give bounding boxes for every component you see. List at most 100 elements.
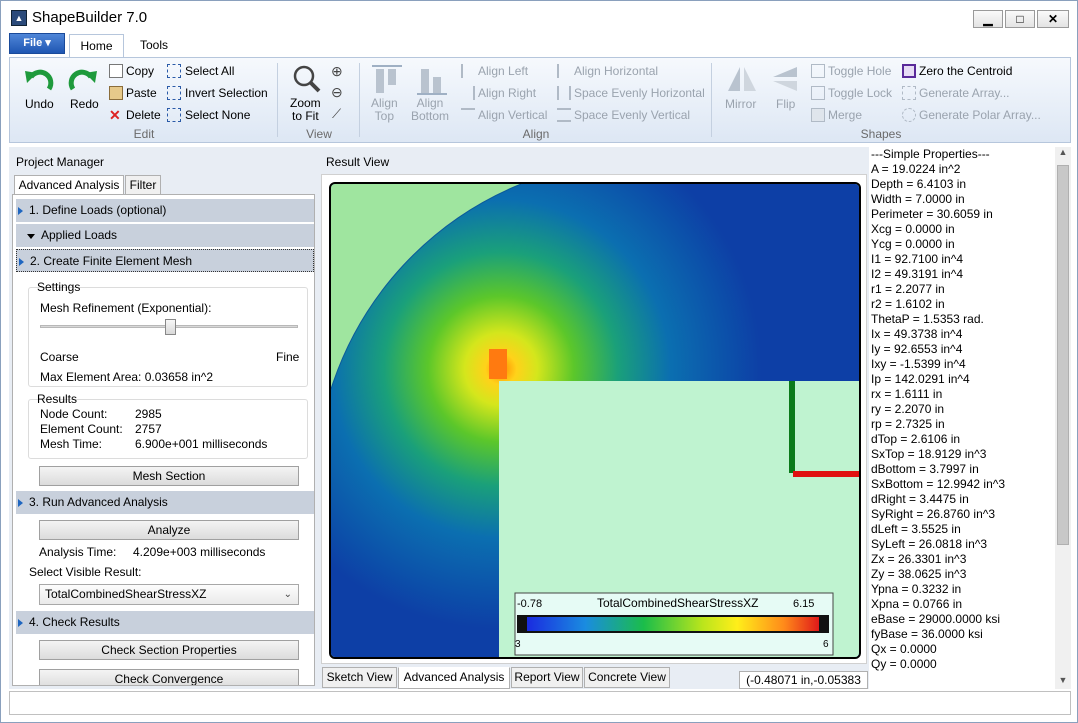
expand-icon [18,207,23,215]
undo-icon[interactable] [23,67,55,93]
mesh-time-value: 6.900e+001 milliseconds [135,437,268,451]
align-left-button[interactable]: Align Left [478,64,528,78]
align-right-button[interactable]: Align Right [478,86,536,100]
ribbon-separator [711,63,712,137]
properties-scrollbar[interactable]: ▲ ▼ [1055,147,1071,689]
step-define-loads[interactable]: 1. Define Loads (optional) [16,199,314,222]
property-line: Iy = 92.6553 in^4 [871,342,963,356]
zoom-to-fit-icon[interactable] [292,64,322,94]
tab-report-view[interactable]: Report View [511,667,583,688]
paste-button[interactable]: Paste [126,86,157,100]
property-line: Perimeter = 30.6059 in [871,207,993,221]
merge-button[interactable]: Merge [828,108,862,122]
analyze-button[interactable]: Analyze [39,520,299,540]
align-vertical-icon [461,108,475,122]
align-group-label: Align [522,127,550,141]
fine-label: Fine [276,350,300,364]
align-bottom-icon [417,65,447,95]
generate-polar-array-button[interactable]: Generate Polar Array... [919,108,1041,122]
step-run-analysis[interactable]: 3. Run Advanced Analysis [16,491,314,514]
undo-button[interactable]: Undo [25,97,54,111]
step-create-mesh[interactable]: 2. Create Finite Element Mesh [16,249,314,272]
zoom-in-icon[interactable]: ⊕ [331,63,343,80]
property-line: Depth = 6.4103 in [871,177,967,191]
step-create-mesh-label: 2. Create Finite Element Mesh [30,254,193,268]
tab-tools[interactable]: Tools [129,34,179,56]
zero-centroid-button[interactable]: Zero the Centroid [919,64,1012,78]
minimize-button[interactable]: ▁ [973,10,1003,28]
select-all-button[interactable]: Select All [185,64,234,78]
title-bar: ▲ ShapeBuilder 7.0 ▁ □ ✕ [1,1,1077,31]
property-line: Zy = 38.0625 in^3 [871,567,967,581]
visible-result-select[interactable]: TotalCombinedShearStressXZ ⌄ [39,584,299,605]
max-element-area: Max Element Area: 0.03658 in^2 [40,370,214,384]
redo-icon[interactable] [67,67,99,93]
align-vertical-button[interactable]: Align Vertical [478,108,547,122]
expand-icon [18,499,23,507]
align-bottom-button[interactable]: Align Bottom [411,97,449,123]
applied-loads-header[interactable]: Applied Loads [16,224,314,247]
tab-home[interactable]: Home [69,34,124,58]
cursor-coordinates: (-0.48071 in,-0.05383 in) [739,671,868,703]
tab-sketch-view[interactable]: Sketch View [322,667,397,688]
mesh-refinement-label: Mesh Refinement (Exponential): [40,301,212,315]
results-title: Results [37,392,78,406]
maximize-button[interactable]: □ [1005,10,1035,28]
stress-contour-plot: -0.78 TotalCombinedShearStressXZ 6.15 3 … [331,184,859,657]
mesh-refinement-slider-thumb[interactable] [165,319,176,335]
close-button[interactable]: ✕ [1037,10,1069,28]
applied-loads-label: Applied Loads [41,228,118,242]
redo-button[interactable]: Redo [70,97,99,111]
space-evenly-vertical-button[interactable]: Space Evenly Vertical [574,108,690,122]
delete-button[interactable]: Delete [126,108,161,122]
generate-polar-array-icon [902,108,916,122]
tab-concrete-view[interactable]: Concrete View [584,667,670,688]
generate-array-button[interactable]: Generate Array... [919,86,1010,100]
scrollbar-thumb[interactable] [1057,165,1069,545]
window-title: ShapeBuilder 7.0 [32,9,148,26]
mirror-button[interactable]: Mirror [725,97,756,111]
mirror-icon[interactable] [726,65,758,93]
step-check-results-label: 4. Check Results [29,615,120,629]
select-all-icon [167,64,181,78]
select-none-button[interactable]: Select None [185,108,250,122]
analysis-time-label: Analysis Time: [39,545,117,559]
property-line: Qy = 0.0000 [871,657,937,671]
check-convergence-button[interactable]: Check Convergence [39,669,299,685]
flip-button[interactable]: Flip [776,97,795,111]
align-bottom-label-2: Bottom [411,109,450,123]
scroll-down-icon[interactable]: ▼ [1055,675,1071,689]
tab-advanced-analysis-view[interactable]: Advanced Analysis [398,667,510,689]
step-check-results[interactable]: 4. Check Results [16,611,314,634]
result-canvas[interactable]: -0.78 TotalCombinedShearStressXZ 6.15 3 … [329,182,861,659]
flip-icon[interactable] [771,65,801,93]
zoom-out-icon[interactable]: ⊖ [331,84,343,101]
check-section-properties-button[interactable]: Check Section Properties [39,640,299,660]
copy-button[interactable]: Copy [126,64,154,78]
measure-icon[interactable]: ⟋ [332,106,341,122]
zoom-to-fit-label-1: Zoom [290,96,321,110]
space-evenly-horizontal-button[interactable]: Space Evenly Horizontal [574,86,705,100]
ribbon-separator [359,63,360,137]
tab-advanced-analysis[interactable]: Advanced Analysis [14,175,124,195]
paste-icon [109,86,123,100]
toggle-hole-button[interactable]: Toggle Hole [828,64,891,78]
step-run-analysis-label: 3. Run Advanced Analysis [29,495,168,509]
mesh-section-button[interactable]: Mesh Section [39,466,299,486]
align-horizontal-button[interactable]: Align Horizontal [574,64,658,78]
toggle-lock-icon [811,86,825,100]
hotspot [489,349,507,379]
scroll-up-icon[interactable]: ▲ [1055,147,1071,161]
align-top-button[interactable]: Align Top [371,97,398,123]
file-menu-button[interactable]: File ▾ [9,33,65,54]
shapes-group-label: Shapes [860,127,902,141]
property-line: SxTop = 18.9129 in^3 [871,447,987,461]
app-window: ▲ ShapeBuilder 7.0 ▁ □ ✕ File ▾ Home Too… [0,0,1078,723]
step-define-loads-label: 1. Define Loads (optional) [29,203,167,217]
tab-filter[interactable]: Filter [125,175,161,195]
zoom-to-fit-button[interactable]: Zoom to Fit [290,97,321,123]
invert-selection-button[interactable]: Invert Selection [185,86,268,100]
legend-left-tick: 3 [515,639,521,650]
toggle-lock-button[interactable]: Toggle Lock [828,86,892,100]
delete-icon: ✕ [109,107,121,123]
